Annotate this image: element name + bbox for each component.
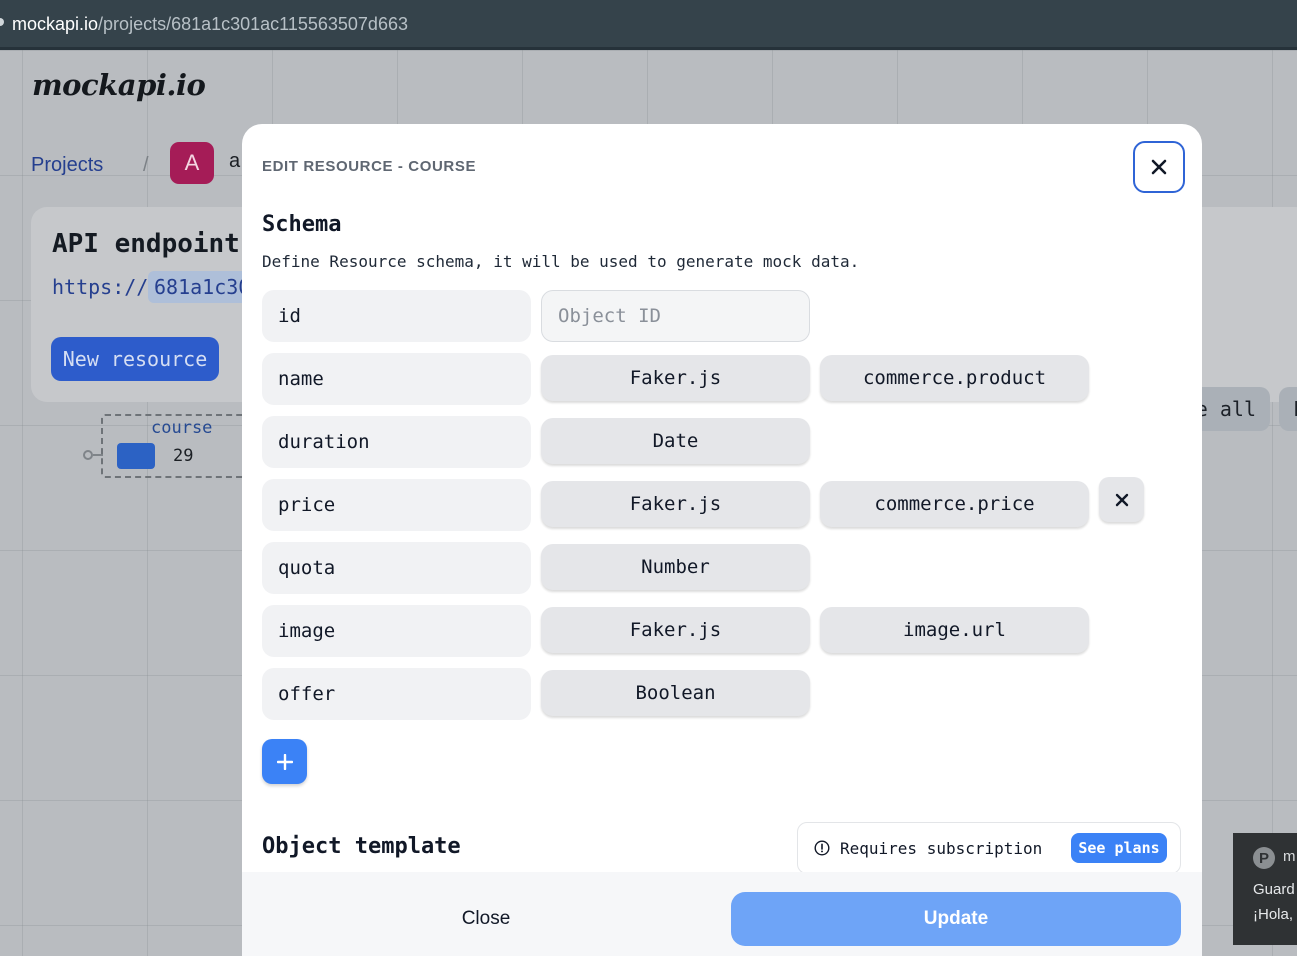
- pinterest-icon: P: [1253, 847, 1275, 869]
- breadcrumb-separator: /: [143, 154, 149, 176]
- field-type-select[interactable]: Date: [541, 418, 810, 464]
- modal-footer: Close Update: [242, 872, 1202, 956]
- browser-address-bar[interactable]: mockapi.io/projects/681a1c301ac115563507…: [0, 0, 1297, 50]
- url-text[interactable]: mockapi.io/projects/681a1c301ac115563507…: [12, 14, 408, 35]
- field-name-input[interactable]: quota: [262, 542, 531, 594]
- field-type-select[interactable]: Faker.js: [541, 355, 810, 401]
- field-name-input[interactable]: name: [262, 353, 531, 405]
- add-field-button[interactable]: [262, 739, 307, 784]
- info-icon: [814, 840, 830, 856]
- see-plans-button[interactable]: See plans: [1071, 833, 1167, 863]
- field-name-input[interactable]: id: [262, 290, 531, 342]
- object-template-heading: Object template: [262, 834, 461, 859]
- faker-method-select[interactable]: commerce.price: [820, 481, 1089, 527]
- field-type-select[interactable]: Faker.js: [541, 607, 810, 653]
- endpoint-title: API endpoint: [52, 229, 240, 259]
- subscription-text: Requires subscription: [840, 839, 1043, 858]
- resource-node-name: course: [151, 418, 213, 438]
- endpoint-url[interactable]: 681a1c30: [148, 271, 257, 303]
- edit-resource-modal: EDIT RESOURCE - COURSE Schema Define Res…: [242, 124, 1202, 956]
- resource-connector-handle[interactable]: [83, 450, 93, 460]
- toast-app-name: m: [1283, 848, 1296, 865]
- avatar[interactable]: A: [170, 142, 214, 184]
- field-name-input[interactable]: image: [262, 605, 531, 657]
- breadcrumb-project-name[interactable]: a: [229, 150, 240, 173]
- field-type-select[interactable]: Number: [541, 544, 810, 590]
- plus-icon: [276, 753, 293, 770]
- field-name-input[interactable]: price: [262, 479, 531, 531]
- field-type-select[interactable]: Boolean: [541, 670, 810, 716]
- faker-method-select[interactable]: image.url: [820, 607, 1089, 653]
- subscription-notice: Requires subscription See plans: [797, 822, 1181, 874]
- modal-close-button[interactable]: [1133, 141, 1185, 193]
- remove-field-button[interactable]: [1099, 477, 1144, 522]
- close-icon: [1151, 159, 1167, 175]
- url-path: /projects/681a1c301ac115563507d663: [98, 14, 408, 34]
- field-name-input[interactable]: offer: [262, 668, 531, 720]
- breadcrumb-projects[interactable]: Projects: [31, 154, 103, 177]
- toast-line-1: Guard: [1253, 881, 1295, 898]
- notification-toast[interactable]: P m Guard ¡Hola,: [1233, 833, 1297, 945]
- endpoint-protocol: https://: [52, 275, 149, 299]
- field-type-select[interactable]: Faker.js: [541, 481, 810, 527]
- new-resource-button[interactable]: New resource: [51, 337, 219, 381]
- modal-title: EDIT RESOURCE - COURSE: [262, 158, 477, 175]
- update-button[interactable]: Update: [731, 892, 1181, 946]
- faker-method-select[interactable]: commerce.product: [820, 355, 1089, 401]
- toast-line-2: ¡Hola,: [1253, 906, 1294, 923]
- close-icon: [1115, 493, 1128, 506]
- logo[interactable]: mockapi.io: [32, 68, 206, 102]
- resource-count-bar[interactable]: [117, 443, 155, 469]
- url-host: mockapi.io: [12, 14, 99, 34]
- site-info-icon[interactable]: [0, 18, 4, 26]
- close-button[interactable]: Close: [262, 892, 710, 946]
- schema-description: Define Resource schema, it will be used …: [262, 252, 860, 271]
- field-name-input[interactable]: duration: [262, 416, 531, 468]
- resource-count: 29: [173, 446, 194, 466]
- object-id-field[interactable]: Object ID: [541, 290, 810, 342]
- schema-heading: Schema: [262, 212, 342, 237]
- reset-all-button[interactable]: F: [1279, 387, 1297, 431]
- resource-node-course[interactable]: course 29: [101, 414, 261, 478]
